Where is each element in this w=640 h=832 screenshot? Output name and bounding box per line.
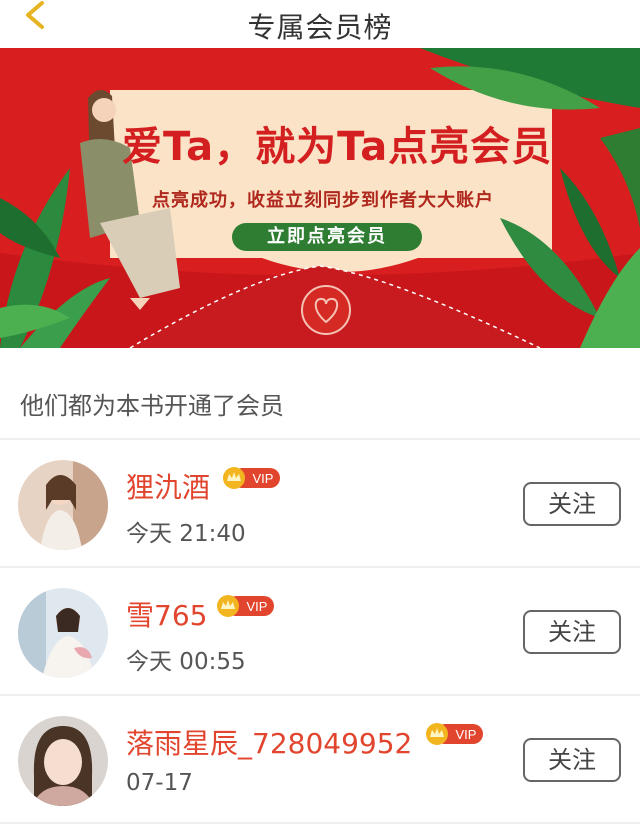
promo-banner[interactable]: 爱Ta，就为Ta点亮会员 点亮成功，收益立刻同步到作者大大账户 立即点亮会员 bbox=[0, 48, 640, 348]
member-time: 07-17 bbox=[126, 770, 193, 796]
vip-label: VIP bbox=[247, 599, 268, 614]
avatar[interactable] bbox=[18, 460, 108, 550]
banner-headline: 爱Ta，就为Ta点亮会员 bbox=[122, 124, 553, 170]
follow-button[interactable]: 关注 bbox=[523, 738, 621, 782]
section-title: 他们都为本书开通了会员 bbox=[20, 392, 284, 420]
member-name: 落雨星辰_728049952 bbox=[126, 727, 413, 760]
light-up-membership-button[interactable]: 立即点亮会员 bbox=[232, 223, 422, 251]
member-name: 雪765 bbox=[126, 599, 208, 632]
member-name: 狸氿酒 bbox=[126, 471, 211, 504]
top-bar: 专属会员榜 bbox=[0, 0, 640, 48]
follow-button[interactable]: 关注 bbox=[523, 610, 621, 654]
page-title: 专属会员榜 bbox=[247, 11, 393, 44]
avatar[interactable] bbox=[18, 716, 108, 806]
avatar[interactable] bbox=[18, 588, 108, 678]
list-item[interactable]: 雪765 VIP 今天 00:55 关注 bbox=[0, 568, 640, 694]
list-item[interactable]: 落雨星辰_728049952 VIP 07-17 关注 bbox=[0, 696, 640, 822]
member-time: 今天 21:40 bbox=[126, 521, 246, 547]
divider bbox=[0, 822, 640, 824]
vip-label: VIP bbox=[456, 727, 477, 742]
vip-badge: VIP bbox=[223, 467, 280, 489]
vip-badge: VIP bbox=[426, 723, 483, 745]
banner-subline: 点亮成功，收益立刻同步到作者大大账户 bbox=[152, 190, 494, 211]
follow-button[interactable]: 关注 bbox=[523, 482, 621, 526]
list-item[interactable]: 狸氿酒 VIP 今天 21:40 关注 bbox=[0, 440, 640, 566]
vip-badge: VIP bbox=[217, 595, 274, 617]
vip-label: VIP bbox=[253, 471, 274, 486]
member-time: 今天 00:55 bbox=[126, 649, 246, 675]
